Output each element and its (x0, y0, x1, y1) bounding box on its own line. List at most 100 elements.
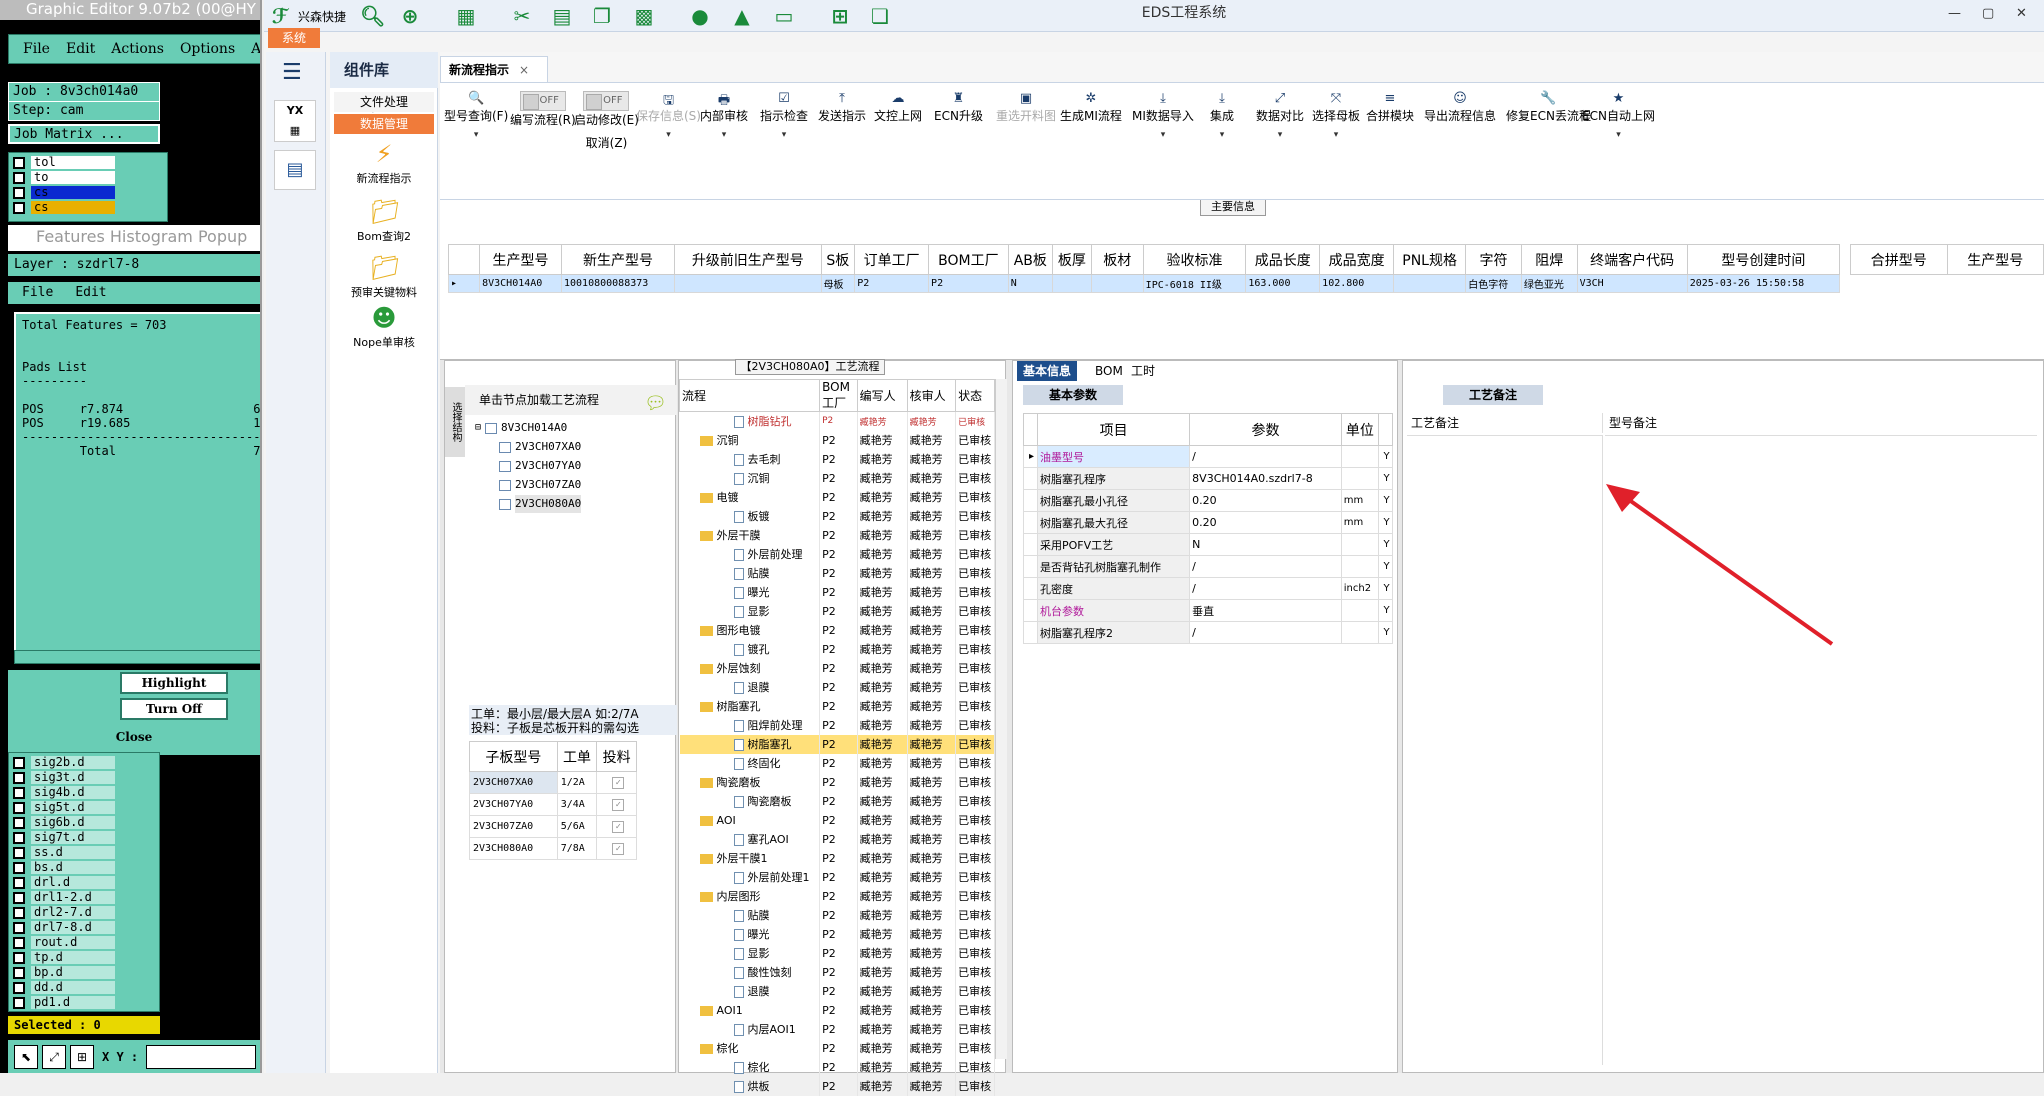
flow-step[interactable]: 曝光 (679, 582, 821, 602)
cell[interactable]: 臧艳芳 (907, 772, 957, 792)
status-cell[interactable]: 已审核 (955, 867, 995, 887)
dropdown-arrow-icon[interactable]: ▾ (760, 130, 808, 140)
ribbon-button[interactable]: ☁ 文控上网 (874, 91, 922, 124)
cell[interactable]: P2 (819, 449, 858, 469)
flow-step[interactable]: 陶瓷磨板 (679, 791, 821, 811)
cell[interactable]: P2 (819, 468, 858, 488)
status-cell[interactable]: 已审核 (955, 411, 995, 431)
structure-vtab[interactable]: 选择结构 (445, 387, 465, 457)
col-header[interactable]: 生产型号 (479, 244, 562, 275)
flow-row[interactable]: 沉铜 P2 臧艳芳 臧艳芳 已审核 (679, 430, 995, 450)
cell[interactable]: P2 (819, 639, 858, 659)
layer-row[interactable]: sig5t.d (13, 800, 115, 815)
cell[interactable]: 2V3CH07ZA0 (469, 815, 558, 838)
tab-bom[interactable]: BOM (1089, 361, 1129, 381)
layer-checkbox[interactable] (13, 771, 25, 784)
flow-row[interactable]: 镀孔 P2 臧艳芳 臧艳芳 已审核 (679, 639, 995, 659)
ribbon-button[interactable]: ⤓ 集成 ▾ (1210, 91, 1234, 140)
flow-row[interactable]: 塞孔AOI P2 臧艳芳 臧艳芳 已审核 (679, 829, 995, 849)
layer-name[interactable]: drl.d (31, 876, 115, 889)
flow-row[interactable]: 陶瓷磨板 P2 臧艳芳 臧艳芳 已审核 (679, 772, 995, 792)
cell[interactable]: 臧艳芳 (907, 582, 957, 602)
cell[interactable]: P2 (819, 1038, 858, 1058)
status-cell[interactable]: 已审核 (955, 677, 995, 697)
cell[interactable]: P2 (819, 487, 858, 507)
cell[interactable]: 8V3CH014A0 (479, 274, 562, 293)
flow-row[interactable]: 外层蚀刻 P2 臧艳芳 臧艳芳 已审核 (679, 658, 995, 678)
cell[interactable]: 臧艳芳 (907, 1019, 957, 1039)
cell[interactable]: P2 (819, 658, 858, 678)
turn-off-button[interactable]: Turn Off (120, 698, 228, 720)
flow-step[interactable]: 镀孔 (679, 639, 821, 659)
layer-name[interactable]: ss.d (31, 846, 115, 859)
cell[interactable]: 臧艳芳 (907, 981, 957, 1001)
layer-row[interactable]: sig7t.d (13, 830, 115, 845)
cell[interactable]: 5/6A (556, 815, 598, 838)
cell[interactable]: 臧艳芳 (907, 468, 957, 488)
status-cell[interactable]: 已审核 (955, 1038, 995, 1058)
layer-checkbox[interactable] (13, 876, 25, 889)
layer-checkbox[interactable] (13, 891, 25, 904)
flow-row[interactable]: 电镀 P2 臧艳芳 臧艳芳 已审核 (679, 487, 995, 507)
cell[interactable]: 臧艳芳 (857, 1038, 908, 1058)
cell[interactable]: P2 (819, 1076, 858, 1096)
cell[interactable]: 臧艳芳 (907, 905, 957, 925)
module-db-icon[interactable]: ▤ (274, 150, 316, 190)
col-header[interactable]: 合拼型号 (1850, 244, 1948, 275)
cell[interactable]: 臧艳芳 (907, 601, 957, 621)
status-cell[interactable]: 已审核 (955, 582, 995, 602)
layer-row[interactable]: rout.d (13, 935, 115, 950)
col-header[interactable]: BOM工厂 (928, 244, 1009, 275)
cell[interactable]: 臧艳芳 (857, 1057, 908, 1077)
ribbon-button[interactable]: ⤧ 选择母板 ▾ (1312, 91, 1360, 140)
cell[interactable]: 臧艳芳 (857, 658, 908, 678)
cell[interactable]: 臧艳芳 (907, 658, 957, 678)
col-header[interactable]: AB板 (1007, 244, 1053, 275)
cell[interactable]: P2 (819, 544, 858, 564)
param-value[interactable]: 8V3CH014A0.szdrl7-8 (1189, 467, 1342, 490)
flow-row[interactable]: 显影 P2 臧艳芳 臧艳芳 已审核 (679, 601, 995, 621)
cell[interactable]: 臧艳芳 (907, 715, 957, 735)
status-cell[interactable]: 已审核 (955, 620, 995, 640)
flow-step[interactable]: 内层图形 (679, 886, 821, 906)
layer-name[interactable]: drl1-2.d (31, 891, 115, 904)
cell[interactable]: 臧艳芳 (907, 734, 957, 754)
layer-checkbox[interactable] (13, 846, 25, 859)
cell[interactable]: P2 (819, 734, 858, 754)
ribbon-button[interactable]: ★ ECN自动上网 ▾ (1582, 91, 1655, 140)
cell[interactable]: 臧艳芳 (857, 506, 908, 526)
cell[interactable]: N (1007, 274, 1053, 293)
cell[interactable]: 臧艳芳 (907, 867, 957, 887)
flow-step[interactable]: 终固化 (679, 753, 821, 773)
grid-icon[interactable]: ⊞ (70, 1044, 94, 1069)
cell[interactable]: 2V3CH07YA0 (469, 793, 558, 816)
cell[interactable]: 臧艳芳 (857, 867, 908, 887)
flow-step[interactable]: AOI (679, 810, 821, 830)
cell[interactable]: 臧艳芳 (857, 696, 908, 716)
cell[interactable]: P2 (819, 829, 858, 849)
cell[interactable]: P2 (819, 506, 858, 526)
cell[interactable]: P2 (819, 411, 858, 431)
param-row[interactable]: 机台参数 垂直 Y (1023, 599, 1393, 622)
menu-actions[interactable]: Actions (111, 41, 164, 57)
layer-row[interactable]: drl1-2.d (13, 890, 115, 905)
highlight-button[interactable]: Highlight (120, 672, 228, 694)
ribbon-button[interactable]: 🖫 保存信息(S) ▾ (636, 91, 701, 140)
pointer-icon[interactable]: ⬉ (14, 1044, 38, 1069)
cell[interactable]: 臧艳芳 (907, 1000, 957, 1020)
scissors-icon[interactable]: ✂ (510, 4, 534, 28)
cell[interactable]: 臧艳芳 (857, 468, 908, 488)
col-header[interactable]: 成品宽度 (1319, 244, 1395, 275)
menu-options[interactable]: Options (180, 41, 235, 57)
flow-row[interactable]: 显影 P2 臧艳芳 臧艳芳 已审核 (679, 943, 995, 963)
layer-row[interactable]: dd.d (13, 980, 115, 995)
layer-checkbox[interactable] (13, 936, 25, 949)
layer-row[interactable]: drl7-8.d (13, 920, 115, 935)
cell[interactable]: 臧艳芳 (907, 430, 957, 450)
cell[interactable]: 臧艳芳 (857, 886, 908, 906)
layer-name[interactable]: sig7t.d (31, 831, 115, 844)
flow-row[interactable]: 退膜 P2 臧艳芳 臧艳芳 已审核 (679, 981, 995, 1001)
param-value[interactable]: / (1189, 445, 1342, 468)
cell[interactable]: 绿色亚光 (1520, 274, 1578, 293)
flow-row[interactable]: 曝光 P2 臧艳芳 臧艳芳 已审核 (679, 924, 995, 944)
